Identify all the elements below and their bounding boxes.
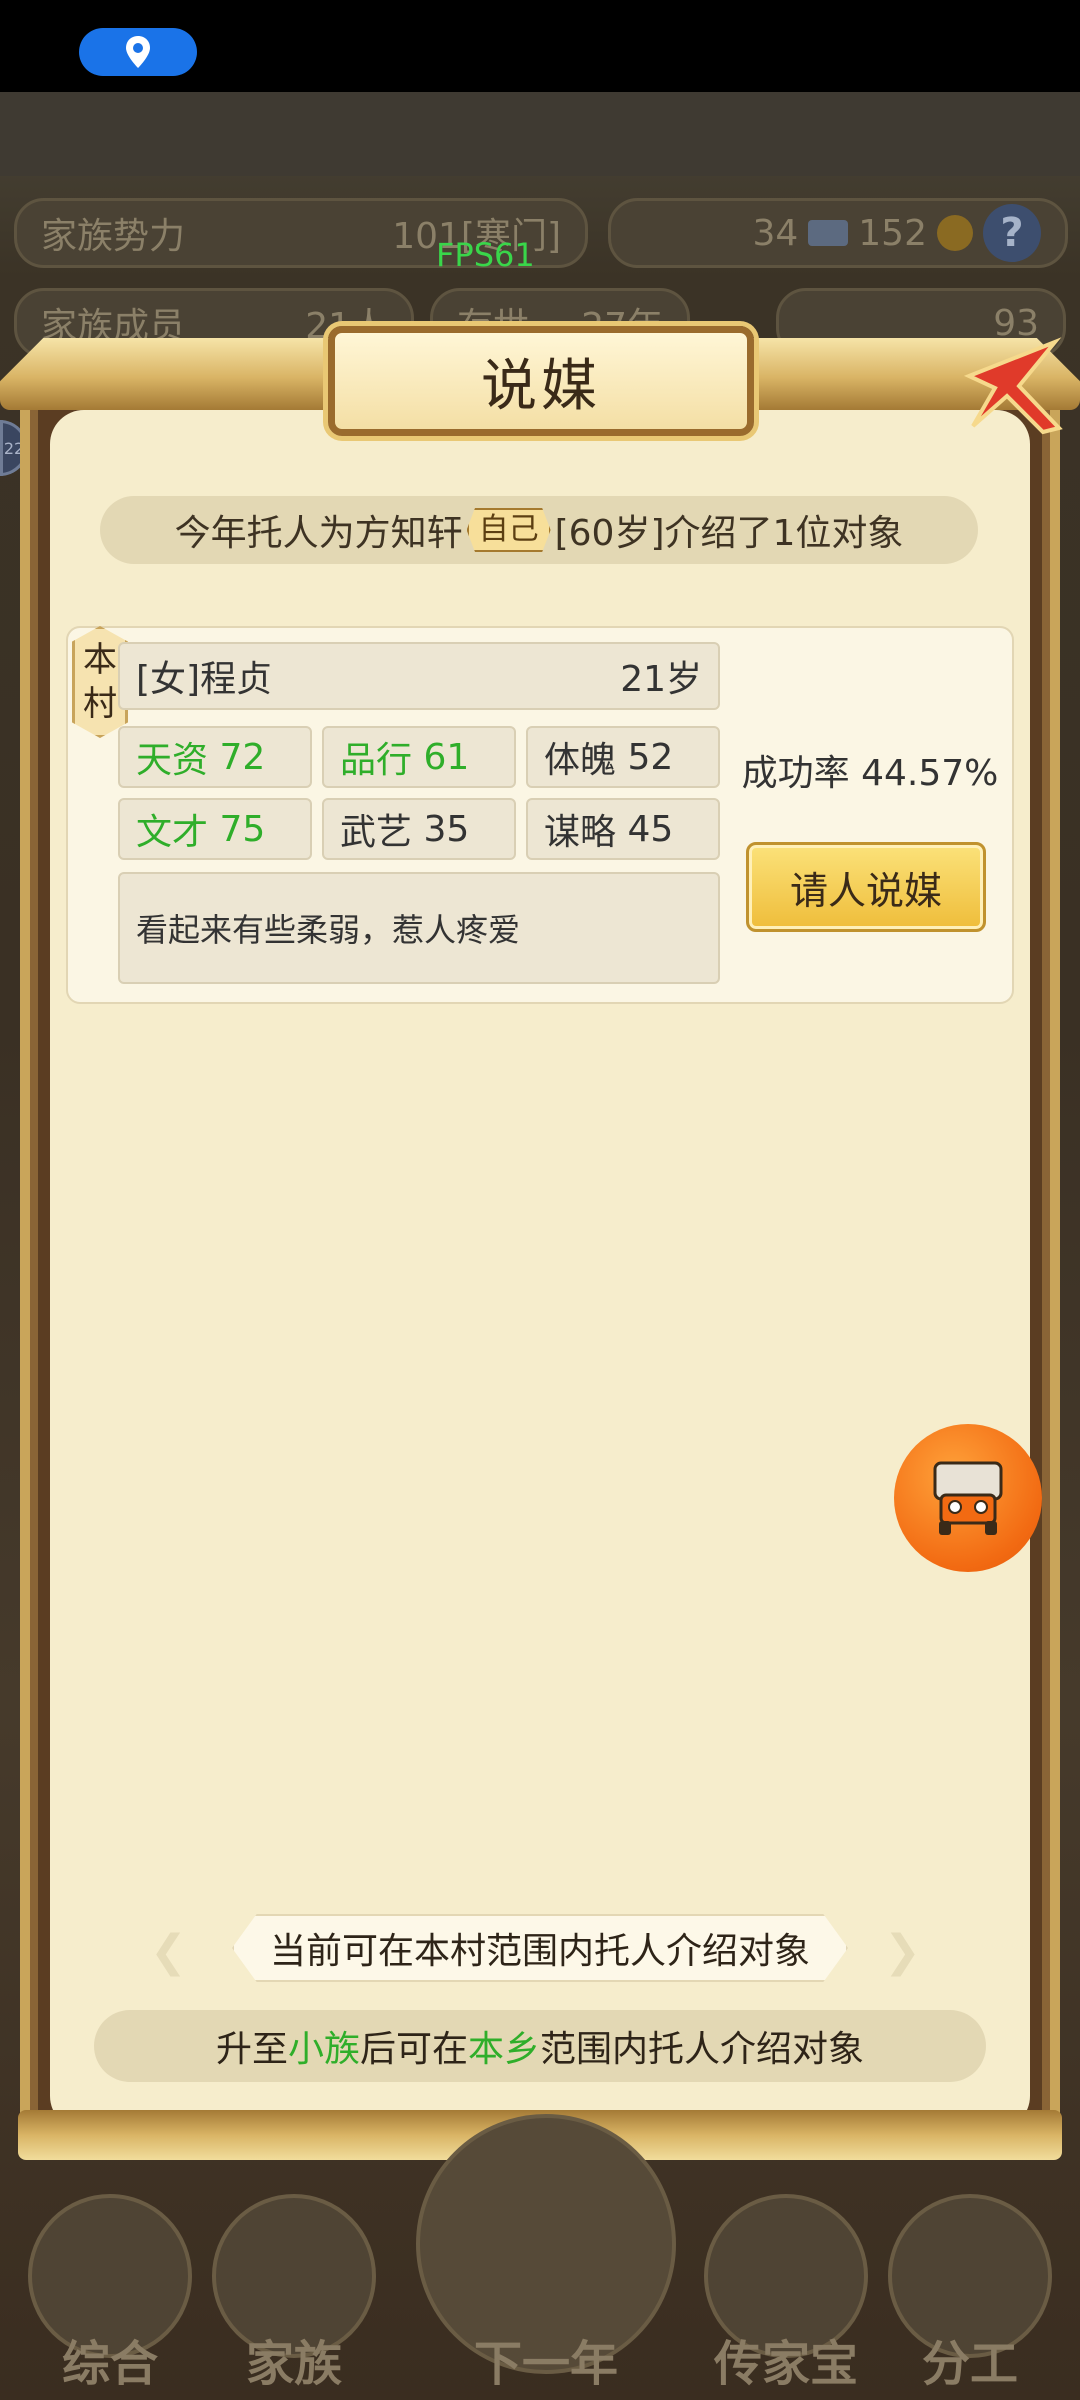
location-pin-icon bbox=[126, 36, 150, 68]
stat-strategy: 谋略 45 bbox=[526, 798, 720, 860]
family-power-label: 家族势力 bbox=[41, 216, 186, 257]
stat-value: 45 bbox=[627, 808, 674, 850]
stat-value: 35 bbox=[423, 808, 470, 850]
dialog-title-plate: 说媒 bbox=[328, 326, 754, 436]
info-prefix: 今年托人为方知轩 bbox=[174, 513, 463, 554]
bottom-nav: 综合 家族 下一年 传家宝 分工 bbox=[0, 2114, 1080, 2400]
upgrade-middle: 后可在 bbox=[359, 2029, 468, 2070]
stat-value: 52 bbox=[627, 736, 674, 778]
nav-heirloom[interactable]: 传家宝 bbox=[696, 2194, 876, 2394]
stat-morality: 品行 61 bbox=[322, 726, 516, 788]
stat-label: 体魄 bbox=[544, 740, 617, 781]
stat-aptitude: 天资 72 bbox=[118, 726, 312, 788]
stat-label: 品行 bbox=[340, 740, 413, 781]
success-rate-value: 44.57% bbox=[861, 753, 999, 794]
candidate-name-row: [女]程贞 21岁 bbox=[118, 642, 720, 710]
origin-tag-char-1: 本 bbox=[83, 640, 117, 680]
nav-label: 综合 bbox=[61, 2336, 158, 2392]
nav-family[interactable]: 家族 bbox=[204, 2194, 384, 2394]
stat-value: 72 bbox=[219, 736, 266, 778]
status-bar bbox=[0, 0, 1080, 92]
matchmaking-info: 今年托人为方知轩 自己 [60岁]介绍了1位对象 bbox=[100, 496, 978, 564]
close-icon bbox=[963, 337, 1063, 435]
request-matchmaker-button[interactable]: 请人说媒 bbox=[746, 842, 986, 932]
stat-label: 文才 bbox=[136, 812, 209, 853]
nav-label: 下一年 bbox=[473, 2336, 618, 2392]
stat-label: 天资 bbox=[136, 740, 209, 781]
help-icon[interactable]: ? bbox=[983, 204, 1041, 262]
nav-next-year[interactable]: 下一年 bbox=[416, 2114, 676, 2394]
upgrade-rank: 小族 bbox=[287, 2029, 360, 2070]
stat-value: 61 bbox=[423, 736, 470, 778]
origin-tag-char-2: 村 bbox=[83, 684, 117, 724]
currency-bar: 34 152 ? bbox=[608, 198, 1068, 268]
nav-label: 家族 bbox=[245, 2336, 342, 2392]
copper-value: 152 bbox=[858, 212, 927, 254]
coin-icon bbox=[937, 215, 973, 251]
nav-label: 分工 bbox=[921, 2336, 1018, 2392]
candidate-description: 看起来有些柔弱，惹人疼爱 bbox=[118, 872, 720, 984]
nav-general[interactable]: 综合 bbox=[20, 2194, 200, 2394]
scope-banner: 当前可在本村范围内托人介绍对象 bbox=[160, 1912, 920, 1984]
fps-counter: FPS61 bbox=[436, 236, 535, 274]
silver-value: 34 bbox=[752, 212, 799, 254]
info-suffix: [60岁]介绍了1位对象 bbox=[554, 513, 904, 554]
success-rate-label: 成功率 bbox=[741, 753, 850, 794]
stat-label: 武艺 bbox=[340, 812, 413, 853]
success-rate: 成功率 44.57% bbox=[740, 744, 1000, 796]
upgrade-suffix: 范围内托人介绍对象 bbox=[540, 2029, 865, 2070]
stat-martial: 武艺 35 bbox=[322, 798, 516, 860]
top-band bbox=[0, 92, 1080, 176]
stat-value: 75 bbox=[219, 808, 266, 850]
upgrade-place: 本乡 bbox=[468, 2029, 541, 2070]
self-tag: 自己 bbox=[466, 508, 551, 552]
nav-label: 传家宝 bbox=[713, 2336, 858, 2392]
upgrade-hint: 升至 小族 后可在 本乡 范围内托人介绍对象 bbox=[94, 2010, 986, 2082]
arrow-right-icon: ❯ bbox=[884, 1926, 921, 1977]
truck-icon bbox=[933, 1461, 1003, 1535]
silver-icon bbox=[808, 220, 849, 246]
stat-physique: 体魄 52 bbox=[526, 726, 720, 788]
candidate-name: [女]程贞 bbox=[136, 659, 273, 700]
upgrade-prefix: 升至 bbox=[215, 2029, 288, 2070]
scope-text: 当前可在本村范围内托人介绍对象 bbox=[231, 1914, 848, 1982]
candidate-age: 21岁 bbox=[620, 659, 702, 700]
stat-label: 谋略 bbox=[544, 812, 617, 853]
stat-literary: 文才 75 bbox=[118, 798, 312, 860]
dialog-title: 说媒 bbox=[481, 353, 601, 419]
nav-division[interactable]: 分工 bbox=[880, 2194, 1060, 2394]
floating-truck-button[interactable] bbox=[894, 1424, 1042, 1572]
location-indicator[interactable] bbox=[79, 28, 197, 76]
close-button[interactable] bbox=[958, 330, 1070, 442]
